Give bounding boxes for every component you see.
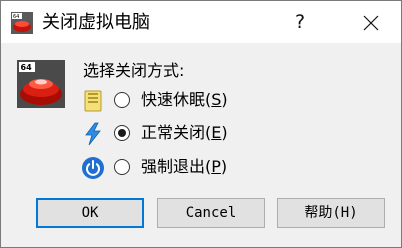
help-question-button[interactable]: ? — [277, 1, 323, 43]
power-off-label[interactable]: 强制退出(P) — [141, 157, 227, 177]
dialog-body: 64 选择关闭方式: 快速休眠(S) 正常关闭(E) 强制退出(P) OK Ca… — [1, 43, 401, 247]
close-icon[interactable] — [347, 1, 393, 43]
svg-text:64: 64 — [13, 14, 19, 20]
close-vm-dialog: 64 关闭虚拟电脑 ? 64 选择关闭方式: 快速休眠(S) 正常关闭(E) 强… — [0, 0, 402, 248]
title-bar[interactable]: 64 关闭虚拟电脑 ? — [1, 1, 401, 43]
save-state-label[interactable]: 快速休眠(S) — [141, 90, 228, 110]
acpi-shutdown-label[interactable]: 正常关闭(E) — [141, 123, 228, 143]
svg-text:64: 64 — [21, 63, 33, 72]
save-state-radio[interactable] — [114, 92, 130, 108]
acpi-shutdown-radio[interactable] — [114, 125, 130, 141]
shutdown-prompt: 选择关闭方式: — [83, 61, 185, 80]
virtualbox-app-icon: 64 — [11, 12, 33, 34]
acpi-lightning-icon — [85, 122, 101, 146]
power-off-radio[interactable] — [114, 159, 130, 175]
window-title: 关闭虚拟电脑 — [42, 12, 150, 33]
power-off-icon — [82, 157, 104, 179]
ok-button[interactable]: OK — [36, 198, 144, 228]
virtualbox-vm-icon: 64 — [17, 60, 65, 108]
help-button[interactable]: 帮助(H) — [277, 198, 385, 228]
save-state-icon — [84, 90, 102, 112]
cancel-button[interactable]: Cancel — [157, 198, 265, 228]
